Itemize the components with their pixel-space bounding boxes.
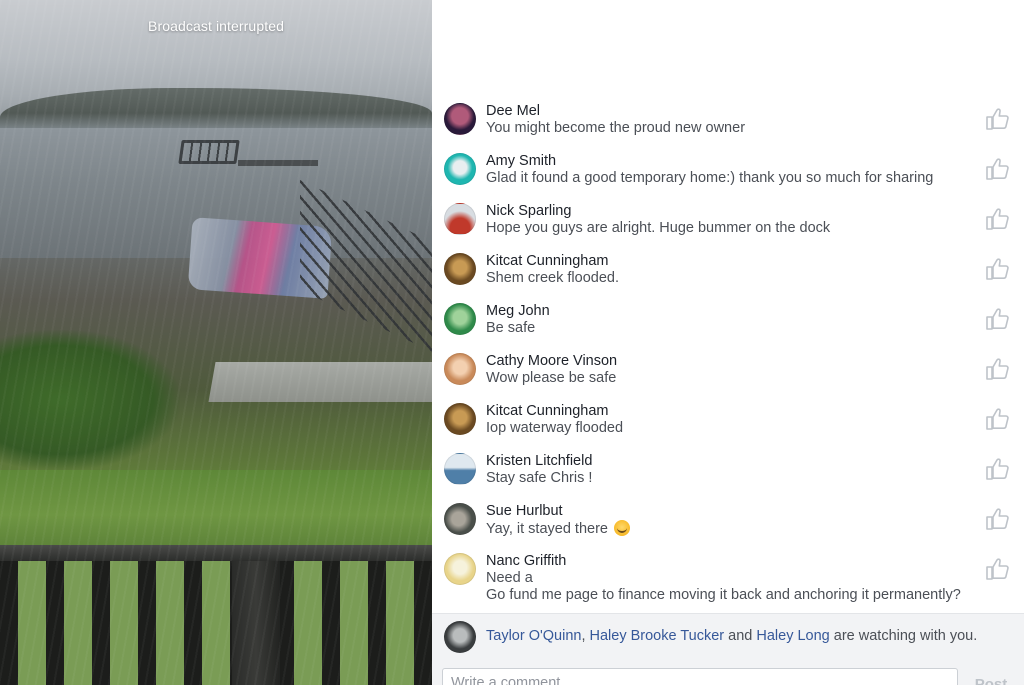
- thumbs-up-icon: [986, 208, 1009, 230]
- like-button[interactable]: [984, 156, 1010, 182]
- avatar[interactable]: [444, 103, 476, 135]
- comment-author[interactable]: Dee Mel: [486, 103, 964, 120]
- comment-item: Kristen Litchfield Stay safe Chris !: [432, 450, 1024, 500]
- thumbs-up-icon: [986, 108, 1009, 130]
- watching-text: Taylor O'Quinn, Haley Brooke Tucker and …: [486, 628, 977, 644]
- avatar[interactable]: [444, 353, 476, 385]
- comment-text: You might become the proud new owner: [486, 120, 746, 136]
- live-video[interactable]: Broadcast interrupted: [0, 0, 432, 685]
- thumbs-up-icon: [986, 158, 1009, 180]
- watching-separator: ,: [581, 628, 586, 644]
- comment-text: Iop waterway flooded: [486, 420, 624, 436]
- post-button[interactable]: Post: [968, 674, 1014, 685]
- comment-text-line: Go fund me page to finance moving it bac…: [486, 586, 961, 603]
- comment-text: Yay, it stayed there: [486, 520, 964, 538]
- watching-conjunction: and: [728, 628, 753, 644]
- like-button[interactable]: [984, 556, 1010, 582]
- avatar[interactable]: [444, 503, 476, 535]
- comment-text: Hope you guys are alright. Huge bummer o…: [486, 220, 831, 236]
- viewer-link[interactable]: Haley Brooke Tucker: [590, 628, 725, 644]
- avatar[interactable]: [444, 303, 476, 335]
- avatar[interactable]: [444, 621, 476, 653]
- like-button[interactable]: [984, 106, 1010, 132]
- comment-item: Sue Hurlbut Yay, it stayed there: [432, 500, 1024, 550]
- comment-text-line: Need a: [486, 570, 533, 586]
- comments-panel: Dee Mel You might become the proud new o…: [432, 0, 1024, 685]
- thumbs-up-icon: [986, 308, 1009, 330]
- watching-suffix: are watching with you.: [833, 628, 978, 644]
- like-button[interactable]: [984, 456, 1010, 482]
- grinning-face-icon: [614, 520, 630, 536]
- comment-text: Glad it found a good temporary home:) th…: [486, 170, 934, 186]
- thumbs-up-icon: [986, 508, 1009, 530]
- comment-text: Shem creek flooded.: [486, 270, 619, 286]
- like-button[interactable]: [984, 406, 1010, 432]
- like-button[interactable]: [984, 256, 1010, 282]
- comment-item: Kitcat Cunningham Iop waterway flooded: [432, 400, 1024, 450]
- comment-text-content: Yay, it stayed there: [486, 521, 608, 537]
- avatar[interactable]: [444, 453, 476, 485]
- comment-author[interactable]: Meg John: [486, 303, 964, 320]
- avatar[interactable]: [444, 153, 476, 185]
- comment-author[interactable]: Cathy Moore Vinson: [486, 353, 964, 370]
- comment-text: Be safe: [486, 320, 536, 336]
- watching-bar: Taylor O'Quinn, Haley Brooke Tucker and …: [432, 613, 1024, 658]
- comment-author[interactable]: Kitcat Cunningham: [486, 403, 964, 420]
- comment-author[interactable]: Nick Sparling: [486, 203, 964, 220]
- avatar[interactable]: [444, 203, 476, 235]
- comment-item: Nick Sparling Hope you guys are alright.…: [432, 200, 1024, 250]
- viewer-link[interactable]: Haley Long: [756, 628, 829, 644]
- comment-list: Dee Mel You might become the proud new o…: [432, 100, 1024, 612]
- comment-author[interactable]: Amy Smith: [486, 153, 964, 170]
- broadcast-status: Broadcast interrupted: [148, 18, 284, 34]
- comment-text: Wow please be safe: [486, 370, 617, 386]
- thumbs-up-icon: [986, 258, 1009, 280]
- comment-author[interactable]: Nanc Griffith: [486, 553, 964, 570]
- thumbs-up-icon: [986, 358, 1009, 380]
- like-button[interactable]: [984, 306, 1010, 332]
- comment-item: Dee Mel You might become the proud new o…: [432, 100, 1024, 150]
- comment-item: Cathy Moore Vinson Wow please be safe: [432, 350, 1024, 400]
- comment-item: Meg John Be safe: [432, 300, 1024, 350]
- comment-composer: Post: [432, 658, 1024, 685]
- video-rain-overlay: [0, 0, 432, 685]
- comment-item: Amy Smith Glad it found a good temporary…: [432, 150, 1024, 200]
- avatar[interactable]: [444, 253, 476, 285]
- thumbs-up-icon: [986, 408, 1009, 430]
- comment-item: Kitcat Cunningham Shem creek flooded.: [432, 250, 1024, 300]
- thumbs-up-icon: [986, 458, 1009, 480]
- comment-author[interactable]: Kitcat Cunningham: [486, 253, 964, 270]
- avatar[interactable]: [444, 553, 476, 585]
- like-button[interactable]: [984, 356, 1010, 382]
- viewer-link[interactable]: Taylor O'Quinn: [486, 628, 581, 644]
- comment-author[interactable]: Kristen Litchfield: [486, 453, 964, 470]
- avatar[interactable]: [444, 403, 476, 435]
- comment-author[interactable]: Sue Hurlbut: [486, 503, 964, 520]
- thumbs-up-icon: [986, 558, 1009, 580]
- comment-input[interactable]: [442, 668, 958, 685]
- like-button[interactable]: [984, 506, 1010, 532]
- like-button[interactable]: [984, 206, 1010, 232]
- comment-text: Stay safe Chris !: [486, 470, 593, 486]
- comment-item: Nanc Griffith Need a Go fund me page to …: [432, 550, 1024, 612]
